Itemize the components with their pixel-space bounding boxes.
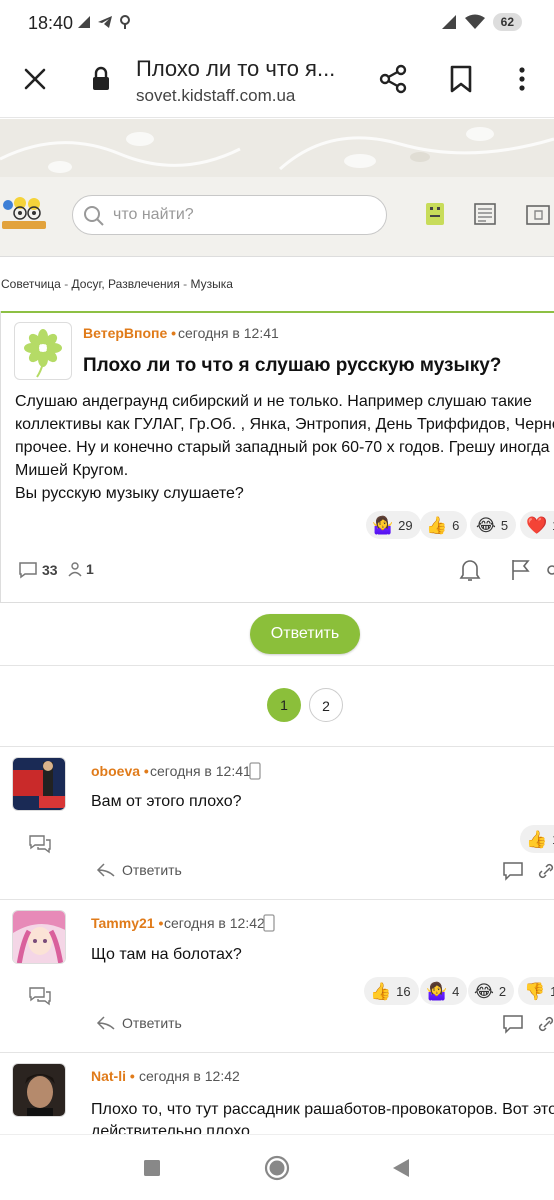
flag-icon[interactable] (510, 558, 532, 582)
page-url[interactable]: sovet.kidstaff.com.ua (136, 86, 295, 106)
link-icon[interactable] (538, 1015, 554, 1033)
users-count[interactable]: 1 (68, 561, 94, 577)
location-icon (120, 15, 130, 29)
avatar-image (13, 1064, 65, 1116)
breadcrumb-item[interactable]: Советчица (1, 277, 61, 291)
comment-author[interactable]: oboeva • (91, 763, 149, 779)
post-author-avatar[interactable] (14, 322, 72, 380)
comment-avatar[interactable] (12, 1063, 66, 1117)
system-nav-bar (0, 1134, 554, 1200)
shop-icon[interactable] (524, 200, 550, 228)
battery-indicator: 62 (492, 13, 522, 31)
share-icon[interactable] (378, 64, 408, 94)
reply-thread-icon[interactable] (28, 986, 52, 1006)
comment-time: сегодня в 12:42 (164, 915, 265, 931)
search-icon (84, 206, 104, 226)
reaction-like[interactable]: 👍 16 (364, 977, 419, 1005)
cell-signal-icon (441, 15, 456, 29)
post-author-name[interactable]: ВетерВпопе • (83, 325, 176, 341)
comment-avatar[interactable] (12, 757, 66, 811)
browser-toolbar: Плохо ли то что я... sovet.kidstaff.com.… (0, 48, 554, 118)
reaction-dislike[interactable]: 👎 1 (518, 977, 554, 1005)
status-time: 18:40 (28, 13, 74, 33)
reply-arrow-icon (96, 863, 115, 877)
reaction-shrug[interactable]: 🤷‍♀️ 29 (366, 511, 421, 539)
comment-text: Вам от этого плохо? (91, 793, 242, 810)
reaction-like[interactable]: 👍1 (520, 825, 554, 853)
post-body: Слушаю андеграунд сибирский и не только.… (15, 393, 554, 502)
bookmark-icon[interactable] (448, 64, 474, 94)
wifi-icon (464, 14, 485, 29)
reaction-laugh[interactable]: 😂 2 (468, 977, 515, 1005)
floral-pattern (0, 127, 554, 173)
breadcrumb: Советчица - Досуг, Развлечения - Музыка (1, 277, 233, 291)
lock-icon[interactable] (90, 66, 112, 92)
page-2[interactable]: 2 (309, 688, 343, 722)
recents-icon[interactable] (143, 1159, 161, 1177)
home-icon[interactable] (263, 1154, 291, 1182)
link-icon[interactable] (546, 562, 554, 578)
profile-icon[interactable] (422, 200, 448, 228)
reply-thread-icon[interactable] (28, 834, 52, 854)
site-banner (0, 119, 554, 177)
mobile-icon (249, 762, 261, 780)
comment-icon[interactable] (502, 861, 524, 881)
post-title: Плохо ли то что я слушаю русскую музыку? (83, 355, 502, 376)
reaction-shrug[interactable]: 🤷‍♀️ 4 (420, 977, 468, 1005)
daisy-icon (24, 329, 62, 378)
link-icon[interactable] (538, 862, 554, 880)
reaction-laugh[interactable]: 😂 5 (470, 511, 517, 539)
avatar-image (13, 758, 65, 810)
search-input[interactable]: что найти? (72, 195, 387, 235)
telegram-icon (98, 16, 112, 28)
breadcrumb-item[interactable]: Музыка (191, 277, 233, 291)
breadcrumb-item[interactable]: Досуг, Развлечения (72, 277, 180, 291)
kidstaff-logo[interactable] (0, 195, 48, 235)
close-icon[interactable] (20, 64, 50, 94)
back-icon[interactable] (392, 1158, 410, 1178)
user-icon (68, 562, 82, 577)
comment-author[interactable]: Tammy21 • (91, 915, 163, 931)
comment-time: сегодня в 12:41 (150, 763, 251, 779)
post-top-border (0, 311, 554, 313)
reply-button[interactable]: Ответить (250, 614, 360, 654)
reply-arrow-icon (96, 1016, 115, 1030)
page-1[interactable]: 1 (267, 688, 301, 722)
news-icon[interactable] (472, 200, 498, 228)
mobile-icon (263, 914, 275, 932)
comment-author[interactable]: Nat-li • (91, 1068, 135, 1084)
comment-text: Що там на болотах? (91, 946, 242, 963)
comment-avatar[interactable] (12, 910, 66, 964)
reaction-heart[interactable]: ❤️1 (520, 511, 554, 539)
reaction-like[interactable]: 👍 6 (420, 511, 468, 539)
comment-time: сегодня в 12:42 (139, 1068, 240, 1084)
signal-off-icon (78, 16, 90, 28)
more-menu-icon[interactable] (512, 64, 532, 94)
comments-count[interactable]: 33 (18, 561, 58, 579)
comment-reply-button[interactable]: Ответить (96, 1015, 182, 1031)
bell-icon[interactable] (458, 557, 482, 583)
comment-icon (19, 562, 37, 579)
status-bar: 18:40 62 (0, 0, 554, 48)
post-time: сегодня в 12:41 (178, 325, 279, 341)
comment-reply-button[interactable]: Ответить (96, 862, 182, 878)
comment-icon[interactable] (502, 1014, 524, 1034)
page-title[interactable]: Плохо ли то что я... (136, 56, 335, 82)
search-placeholder: что найти? (113, 206, 194, 223)
avatar-image (13, 911, 65, 963)
